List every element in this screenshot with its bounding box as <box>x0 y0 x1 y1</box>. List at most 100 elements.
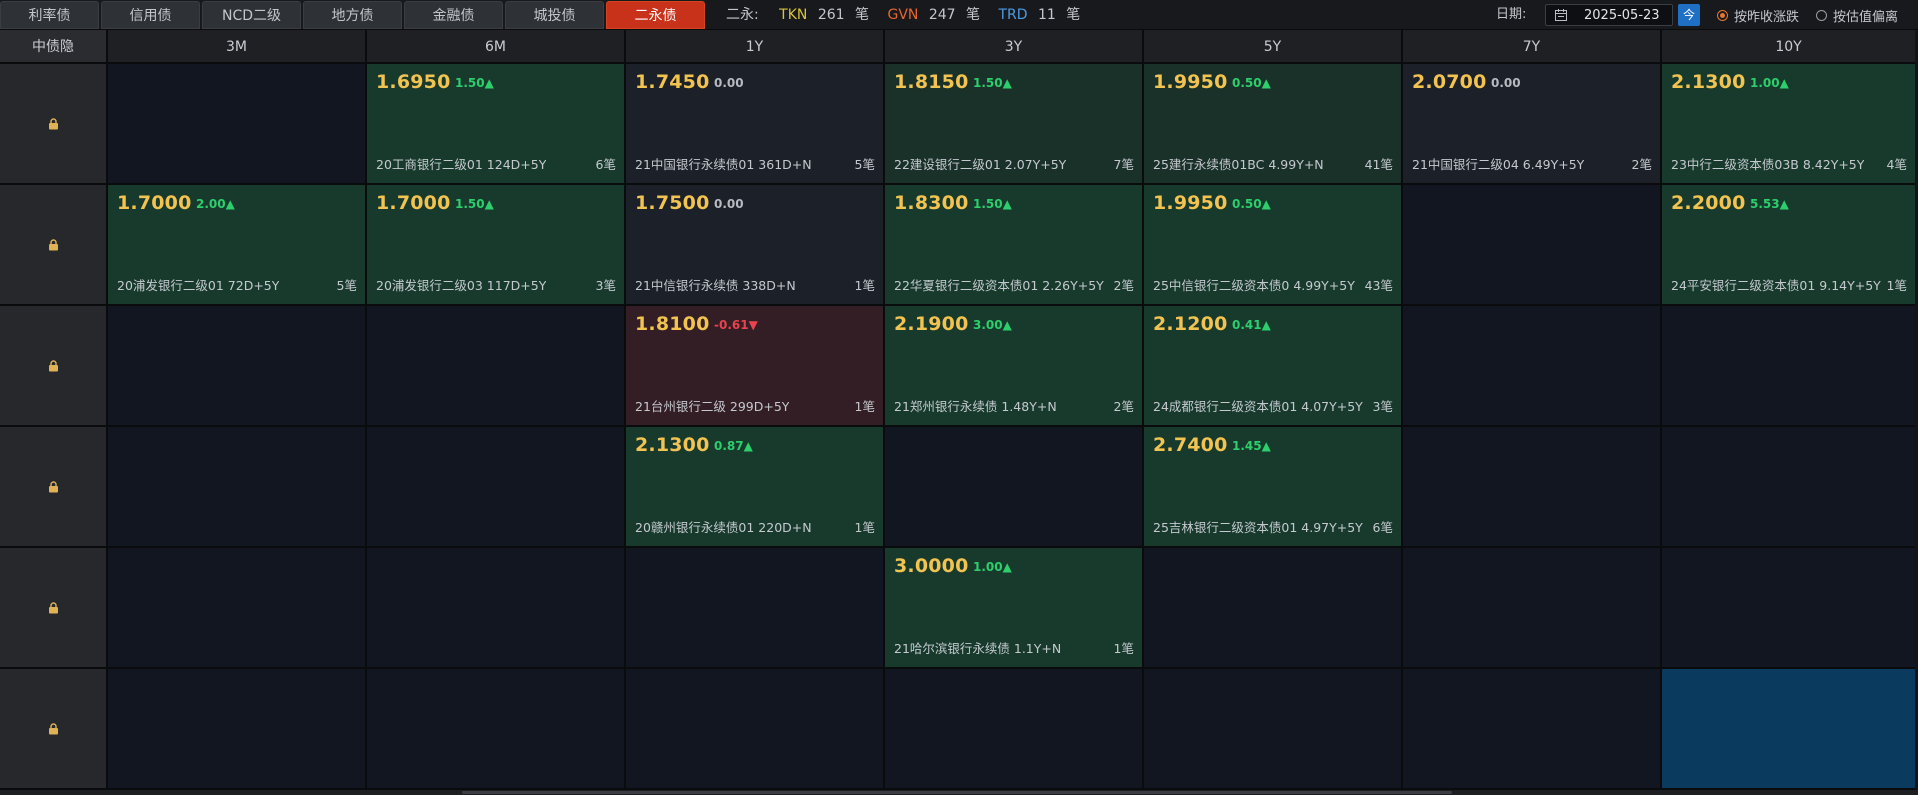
yield-price: 1.8100 <box>635 313 710 335</box>
row-lock-cell[interactable] <box>0 427 108 548</box>
bond-name: 25吉林银行二级资本债01 4.97Y+5Y <box>1153 520 1363 535</box>
empty-quote-cell[interactable] <box>108 306 367 427</box>
lock-icon <box>49 481 58 493</box>
empty-quote-cell[interactable] <box>1403 306 1662 427</box>
empty-quote-cell[interactable] <box>1403 548 1662 669</box>
date-picker[interactable]: 2025-05-23 <box>1545 4 1673 26</box>
empty-quote-cell[interactable] <box>1144 548 1403 669</box>
yield-change: 0.87▲ <box>714 439 753 453</box>
yield-price: 1.6950 <box>376 71 451 93</box>
tenor-header-3y: 3Y <box>885 30 1144 64</box>
quote-cell[interactable]: 1.7000 1.50▲ 20浦发银行二级03 117D+5Y 3笔 <box>367 185 626 306</box>
empty-quote-cell[interactable] <box>1403 669 1662 790</box>
row-lock-cell[interactable] <box>0 185 108 306</box>
horizontal-scrollbar[interactable] <box>0 790 1918 795</box>
yield-change: 3.00▲ <box>973 318 1012 332</box>
corner-header[interactable]: 中债隐 <box>0 30 108 64</box>
tkn-count: 261 <box>817 7 845 23</box>
bond-name: 20工商银行二级01 124D+5Y <box>376 157 547 172</box>
empty-quote-cell[interactable] <box>626 669 885 790</box>
quote-cell[interactable]: 1.8150 1.50▲ 22建设银行二级01 2.07Y+5Y 7笔 <box>885 64 1144 185</box>
yield-change: 5.53▲ <box>1750 197 1789 211</box>
quote-cell[interactable]: 2.2000 5.53▲ 24平安银行二级资本债01 9.14Y+5Y 1笔 <box>1662 185 1915 306</box>
empty-quote-cell[interactable] <box>1144 669 1403 790</box>
bond-quote-matrix-app: 利率债 信用债 NCD二级 地方债 金融债 城投债 二永债 二永: TKN 26… <box>0 0 1918 795</box>
trade-count: 3笔 <box>1372 399 1393 414</box>
yield-price: 2.1300 <box>635 434 710 456</box>
empty-quote-cell[interactable] <box>1403 427 1662 548</box>
row-lock-cell[interactable] <box>0 306 108 427</box>
quote-cell[interactable]: 1.8100 -0.61▼ 21台州银行二级 299D+5Y 1笔 <box>626 306 885 427</box>
bond-name: 21中信银行永续债 338D+N <box>635 278 796 293</box>
tab-local-gov-bonds[interactable]: 地方债 <box>303 1 402 29</box>
quote-row: 1.6950 1.50▲ 20工商银行二级01 124D+5Y 6笔 1.7450 0.0… <box>0 64 1918 185</box>
yield-change: 0.50▲ <box>1232 76 1271 90</box>
empty-quote-cell[interactable] <box>367 427 626 548</box>
quote-row: 3.0000 1.00▲ 21哈尔滨银行永续债 1.1Y+N 1笔 <box>0 548 1918 669</box>
quote-cell[interactable]: 2.1900 3.00▲ 21郑州银行永续债 1.48Y+N 2笔 <box>885 306 1144 427</box>
empty-quote-cell[interactable] <box>1403 185 1662 306</box>
trade-count: 7笔 <box>1113 157 1134 172</box>
bond-name: 21哈尔滨银行永续债 1.1Y+N <box>894 641 1062 656</box>
trd-count: 11 <box>1038 7 1056 23</box>
empty-quote-cell[interactable] <box>885 427 1144 548</box>
empty-quote-cell[interactable] <box>367 548 626 669</box>
quote-cell[interactable]: 2.1200 0.41▲ 24成都银行二级资本债01 4.07Y+5Y 3笔 <box>1144 306 1403 427</box>
empty-quote-cell[interactable] <box>108 64 367 185</box>
tab-credit-bonds[interactable]: 信用债 <box>101 1 200 29</box>
category-tabs: 利率债 信用债 NCD二级 地方债 金融债 城投债 二永债 <box>0 1 707 29</box>
yield-price: 1.7500 <box>635 192 710 214</box>
empty-quote-cell[interactable] <box>885 669 1144 790</box>
yield-price: 2.0700 <box>1412 71 1487 93</box>
quote-cell[interactable]: 1.7450 0.00 21中国银行永续债01 361D+N 5笔 <box>626 64 885 185</box>
empty-quote-cell[interactable] <box>367 306 626 427</box>
yield-change: 1.50▲ <box>455 76 494 90</box>
row-lock-cell[interactable] <box>0 669 108 790</box>
quote-cell[interactable]: 1.9950 0.50▲ 25建行永续债01BC 4.99Y+N 41笔 <box>1144 64 1403 185</box>
quote-row: 1.7000 2.00▲ 20浦发银行二级01 72D+5Y 5笔 1.7000 1.50… <box>0 185 1918 306</box>
tab-tier2-perpetual-bonds[interactable]: 二永债 <box>606 1 705 29</box>
empty-quote-cell[interactable] <box>1662 669 1915 790</box>
scrollbar-thumb[interactable] <box>462 791 1452 794</box>
gvn-unit: 笔 <box>966 7 981 23</box>
empty-quote-cell[interactable] <box>1662 427 1915 548</box>
yield-price: 2.1900 <box>894 313 969 335</box>
tab-rate-bonds[interactable]: 利率债 <box>0 1 99 29</box>
quote-cell[interactable]: 1.8300 1.50▲ 22华夏银行二级资本债01 2.26Y+5Y 2笔 <box>885 185 1144 306</box>
yield-change: -0.61▼ <box>714 318 758 332</box>
quote-cell[interactable]: 1.7000 2.00▲ 20浦发银行二级01 72D+5Y 5笔 <box>108 185 367 306</box>
empty-quote-cell[interactable] <box>108 669 367 790</box>
quote-cell[interactable]: 2.1300 1.00▲ 23中行二级资本债03B 8.42Y+5Y 4笔 <box>1662 64 1915 185</box>
row-lock-cell[interactable] <box>0 548 108 669</box>
trade-count: 2笔 <box>1113 399 1134 414</box>
empty-quote-cell[interactable] <box>1662 306 1915 427</box>
radio-valuation-deviation[interactable]: 按估值偏离 <box>1816 0 1898 30</box>
quote-row <box>0 669 1918 790</box>
tab-financial-bonds[interactable]: 金融债 <box>404 1 503 29</box>
row-lock-cell[interactable] <box>0 64 108 185</box>
quote-cell[interactable]: 1.6950 1.50▲ 20工商银行二级01 124D+5Y 6笔 <box>367 64 626 185</box>
quote-cell[interactable]: 2.7400 1.45▲ 25吉林银行二级资本债01 4.97Y+5Y 6笔 <box>1144 427 1403 548</box>
bond-name: 22建设银行二级01 2.07Y+5Y <box>894 157 1067 172</box>
yield-price: 1.9950 <box>1153 71 1228 93</box>
empty-quote-cell[interactable] <box>626 548 885 669</box>
empty-quote-cell[interactable] <box>1662 548 1915 669</box>
tenor-header-row: 中债隐 3M 6M 1Y 3Y 5Y 7Y 10Y <box>0 30 1918 64</box>
tab-urban-investment-bonds[interactable]: 城投债 <box>505 1 604 29</box>
tenor-header-10y: 10Y <box>1662 30 1915 64</box>
quote-cell[interactable]: 3.0000 1.00▲ 21哈尔滨银行永续债 1.1Y+N 1笔 <box>885 548 1144 669</box>
radio-prev-close-change[interactable]: 按昨收涨跌 <box>1717 0 1799 30</box>
summary-label: 二永: <box>726 7 759 23</box>
quote-row: 2.1300 0.87▲ 20赣州银行永续债01 220D+N 1笔 2.7400 1.4… <box>0 427 1918 548</box>
empty-quote-cell[interactable] <box>108 427 367 548</box>
trade-count: 5笔 <box>854 157 875 172</box>
quote-cell[interactable]: 2.1300 0.87▲ 20赣州银行永续债01 220D+N 1笔 <box>626 427 885 548</box>
quote-cell[interactable]: 1.9950 0.50▲ 25中信银行二级资本债0 4.99Y+5Y 43笔 <box>1144 185 1403 306</box>
empty-quote-cell[interactable] <box>367 669 626 790</box>
quote-cell[interactable]: 2.0700 0.00 21中国银行二级04 6.49Y+5Y 2笔 <box>1403 64 1662 185</box>
quote-cell[interactable]: 1.7500 0.00 21中信银行永续债 338D+N 1笔 <box>626 185 885 306</box>
tab-ncd-secondary[interactable]: NCD二级 <box>202 1 301 29</box>
empty-quote-cell[interactable] <box>108 548 367 669</box>
today-button[interactable]: 今 <box>1678 4 1700 26</box>
radio-indicator <box>1816 9 1827 21</box>
